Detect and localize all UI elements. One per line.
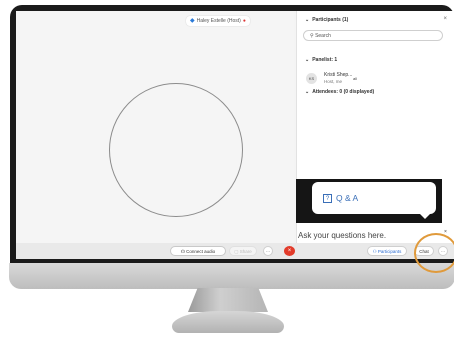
share-label: Share	[239, 249, 252, 254]
connect-audio-label: Connect audio	[186, 249, 216, 254]
highlight-ring	[414, 233, 454, 273]
search-input[interactable]: ⚲ Search	[303, 30, 443, 41]
video-placeholder-circle	[109, 83, 243, 217]
chevron-down-icon: ⌄	[305, 57, 310, 63]
meeting-screen: ◆ Haley Estelle (Host) ● ⌄ Participants …	[16, 11, 454, 259]
mic-muted-icon: ●	[242, 18, 246, 24]
share-button[interactable]: ▢ Share	[229, 246, 257, 256]
participant-badge: all	[353, 76, 358, 81]
meeting-toolbar: ☊ Connect audio ▢ Share ··· × ⚇ Particip…	[16, 243, 454, 259]
video-stage: ◆ Haley Estelle (Host) ●	[16, 11, 294, 243]
participants-label: Participants	[377, 249, 402, 254]
participant-name: Kristi Shep...	[324, 72, 353, 78]
panelist-section[interactable]: ⌄ Panelist: 1	[305, 57, 337, 63]
leave-button[interactable]: ×	[284, 246, 295, 256]
attendees-heading: Attendees: 0 (0 displayed)	[312, 89, 375, 95]
screen-share-icon: ◆	[190, 18, 195, 24]
participant-role: Host, me	[324, 79, 343, 84]
presenter-name: Haley Estelle (Host)	[196, 18, 241, 24]
participants-header[interactable]: ⌄ Participants (1)	[305, 17, 348, 23]
participants-button[interactable]: ⚇ Participants	[367, 246, 407, 256]
monitor-stand-base	[172, 311, 284, 333]
avatar: KS	[306, 73, 317, 84]
question-icon: ?	[323, 193, 332, 203]
monitor-stand-neck	[188, 288, 268, 312]
attendees-section[interactable]: ⌄ Attendees: 0 (0 displayed)	[305, 89, 374, 95]
chevron-down-icon: ⌄	[305, 89, 310, 95]
search-icon: ⚲	[310, 33, 314, 39]
chevron-down-icon: ⌄	[305, 17, 310, 23]
close-icon[interactable]: ×	[443, 16, 447, 22]
panelist-heading: Panelist: 1	[312, 57, 338, 63]
search-placeholder: Search	[315, 33, 331, 39]
connect-audio-button[interactable]: ☊ Connect audio	[170, 246, 226, 256]
qa-label: Q & A	[336, 193, 359, 203]
monitor-chin	[9, 263, 454, 289]
more-options-button[interactable]: ···	[263, 246, 273, 256]
presenter-label: ◆ Haley Estelle (Host) ●	[186, 16, 250, 26]
qa-popup[interactable]: ? Q & A	[312, 182, 436, 219]
participants-title: Participants (1)	[312, 17, 349, 23]
